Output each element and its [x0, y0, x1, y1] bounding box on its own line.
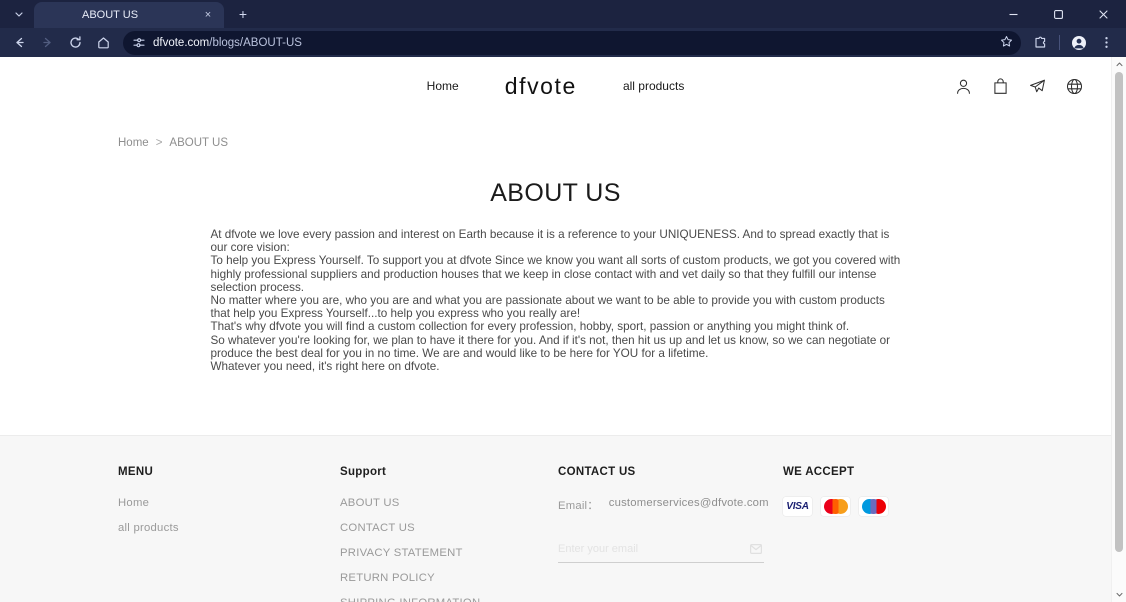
newsletter-email-input[interactable]	[558, 543, 748, 555]
contact-email-row: Email： customerservices@dfvote.com	[558, 497, 783, 513]
bookmark-star-icon[interactable]	[1000, 35, 1015, 51]
nav-item-all-products[interactable]: all products	[623, 79, 684, 93]
toolbar-divider	[1059, 35, 1060, 50]
address-bar[interactable]: dfvote.com/blogs/ABOUT-US	[123, 30, 1021, 55]
toolbar-right-actions	[1027, 31, 1120, 55]
footer-link-return-policy[interactable]: RETURN POLICY	[340, 572, 558, 584]
browser-window: ABOUT US × + dfvote.com/blogs/ABOUT-US H…	[0, 0, 1126, 602]
about-content: At dfvote we love every passion and inte…	[211, 228, 901, 373]
about-paragraph: Whatever you need, it's right here on df…	[210, 360, 440, 374]
breadcrumb-separator: >	[155, 137, 163, 149]
url-host: dfvote.com	[153, 36, 210, 49]
send-mail-icon[interactable]	[748, 541, 764, 557]
nav-item-home[interactable]: Home	[427, 79, 459, 93]
header-icon-group	[953, 76, 1085, 97]
globe-icon[interactable]	[1064, 76, 1085, 97]
address-bar-url: dfvote.com/blogs/ABOUT-US	[153, 37, 993, 49]
about-paragraph: At dfvote we love every passion and inte…	[210, 228, 890, 255]
footer-column-we-accept: WE ACCEPT VISA	[783, 466, 1051, 602]
footer-heading-menu: MENU	[118, 466, 154, 478]
maestro-circles	[861, 499, 886, 514]
window-maximize-button[interactable]	[1036, 0, 1081, 28]
site-logo[interactable]: dfvote	[505, 73, 577, 100]
scrollbar-down-arrow[interactable]	[1112, 587, 1126, 602]
visa-label: VISA	[786, 501, 809, 512]
contact-email-label: Email：	[558, 500, 599, 512]
browser-toolbar: dfvote.com/blogs/ABOUT-US	[0, 28, 1126, 57]
footer-columns: MENU Home all products Support ABOUT US …	[0, 466, 1111, 602]
footer-link-home[interactable]: Home	[118, 497, 340, 509]
account-icon[interactable]	[953, 76, 974, 97]
footer-column-support: Support ABOUT US CONTACT US PRIVACY STAT…	[340, 466, 558, 602]
visa-card-icon: VISA	[783, 497, 812, 516]
browser-tab[interactable]: ABOUT US ×	[34, 2, 224, 28]
contact-email-value[interactable]: customerservices@dfvote.com	[609, 497, 769, 513]
about-paragraph: No matter where you are, who you are and…	[210, 294, 885, 321]
about-paragraph: To help you Express Yourself. To support…	[210, 254, 901, 294]
mastercard-circles	[823, 499, 848, 514]
about-paragraph: That's why dfvote you will find a custom…	[210, 320, 850, 334]
footer-column-menu: MENU Home all products	[118, 466, 340, 602]
reload-button[interactable]	[62, 31, 89, 55]
primary-nav: Home dfvote all products	[0, 73, 1111, 100]
scrollbar-up-arrow[interactable]	[1112, 57, 1126, 72]
paper-plane-icon[interactable]	[1027, 76, 1048, 97]
tab-title: ABOUT US	[82, 9, 139, 21]
page-scrollbar[interactable]	[1111, 57, 1126, 602]
payment-cards: VISA	[783, 497, 1051, 516]
window-minimize-button[interactable]	[991, 0, 1036, 28]
breadcrumb: Home > ABOUT US	[0, 115, 1111, 149]
browser-menu-three-dots-icon[interactable]	[1093, 31, 1120, 55]
footer-heading-we-accept: WE ACCEPT	[783, 466, 855, 478]
home-button[interactable]	[90, 31, 117, 55]
mastercard-card-icon	[821, 497, 850, 516]
about-paragraph: So whatever you're looking for, we plan …	[210, 333, 891, 360]
scrollbar-thumb[interactable]	[1115, 72, 1123, 552]
web-page: Home dfvote all products Home > ABOUT US…	[0, 57, 1111, 602]
footer-link-all-products[interactable]: all products	[118, 522, 340, 534]
profile-avatar-icon[interactable]	[1065, 31, 1092, 55]
footer-link-about-us[interactable]: ABOUT US	[340, 497, 558, 509]
breadcrumb-current: ABOUT US	[169, 137, 228, 149]
footer-link-shipping-information[interactable]: SHIPPING INFORMATION	[340, 597, 558, 602]
footer-link-contact-us[interactable]: CONTACT US	[340, 522, 558, 534]
newsletter-subscribe[interactable]	[558, 541, 764, 563]
maestro-card-icon	[859, 497, 888, 516]
tab-close-icon[interactable]: ×	[200, 7, 216, 23]
footer-column-contact: CONTACT US Email： customerservices@dfvot…	[558, 466, 783, 602]
scrollbar-track[interactable]	[1112, 72, 1126, 587]
site-settings-tune-icon[interactable]	[131, 35, 146, 50]
new-tab-button[interactable]: +	[230, 1, 256, 27]
footer-heading-contact: CONTACT US	[558, 466, 636, 478]
url-path: /blogs/ABOUT-US	[209, 36, 302, 49]
breadcrumb-home[interactable]: Home	[118, 137, 149, 149]
site-header: Home dfvote all products	[0, 57, 1111, 115]
tab-search-chevron-down-icon[interactable]	[6, 1, 32, 27]
window-close-button[interactable]	[1081, 0, 1126, 28]
site-footer: MENU Home all products Support ABOUT US …	[0, 435, 1111, 602]
page-viewport: Home dfvote all products Home > ABOUT US…	[0, 57, 1126, 602]
footer-heading-support: Support	[340, 466, 387, 478]
back-button[interactable]	[6, 31, 33, 55]
extensions-puzzle-icon[interactable]	[1027, 31, 1054, 55]
tab-strip: ABOUT US × +	[0, 0, 1126, 28]
window-controls	[991, 0, 1126, 28]
forward-button[interactable]	[34, 31, 61, 55]
page-title: ABOUT US	[490, 179, 621, 207]
shopping-bag-icon[interactable]	[990, 76, 1011, 97]
footer-link-privacy-statement[interactable]: PRIVACY STATEMENT	[340, 547, 558, 559]
